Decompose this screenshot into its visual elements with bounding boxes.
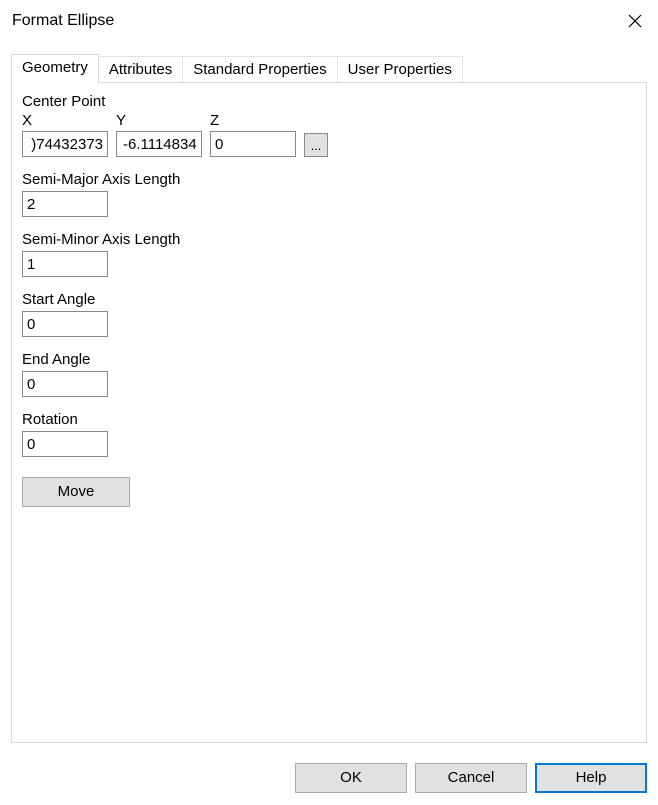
rotation-block: Rotation: [22, 411, 636, 457]
end-angle-input[interactable]: [22, 371, 108, 397]
cancel-button[interactable]: Cancel: [415, 763, 527, 793]
x-column: X: [22, 112, 108, 157]
start-angle-input[interactable]: [22, 311, 108, 337]
tabpanel-geometry: Center Point X Y Z ... Semi-Major Axis L…: [11, 82, 647, 743]
help-button[interactable]: Help: [535, 763, 647, 793]
rotation-label: Rotation: [22, 411, 636, 428]
rotation-input[interactable]: [22, 431, 108, 457]
semi-minor-label: Semi-Minor Axis Length: [22, 231, 636, 248]
end-angle-label: End Angle: [22, 351, 636, 368]
semi-minor-input[interactable]: [22, 251, 108, 277]
tabstrip: Geometry Attributes Standard Properties …: [11, 54, 647, 82]
end-angle-block: End Angle: [22, 351, 636, 397]
semi-minor-block: Semi-Minor Axis Length: [22, 231, 636, 277]
window-title: Format Ellipse: [12, 12, 612, 30]
center-point-label: Center Point: [22, 93, 636, 110]
z-label: Z: [210, 112, 296, 129]
z-input[interactable]: [210, 131, 296, 157]
dialog-footer: OK Cancel Help: [0, 753, 658, 805]
y-column: Y: [116, 112, 202, 157]
tab-user-properties[interactable]: User Properties: [337, 56, 463, 84]
client-area: Geometry Attributes Standard Properties …: [0, 42, 658, 753]
z-column: Z: [210, 112, 296, 157]
start-angle-block: Start Angle: [22, 291, 636, 337]
tab-standard-properties[interactable]: Standard Properties: [182, 56, 337, 84]
tab-geometry[interactable]: Geometry: [11, 54, 99, 83]
semi-major-label: Semi-Major Axis Length: [22, 171, 636, 188]
start-angle-label: Start Angle: [22, 291, 636, 308]
close-icon: [628, 14, 642, 28]
move-button[interactable]: Move: [22, 477, 130, 507]
semi-major-block: Semi-Major Axis Length: [22, 171, 636, 217]
tab-attributes[interactable]: Attributes: [98, 56, 183, 84]
y-input[interactable]: [116, 131, 202, 157]
x-label: X: [22, 112, 108, 129]
point-picker-button[interactable]: ...: [304, 133, 328, 157]
y-label: Y: [116, 112, 202, 129]
center-point-row: X Y Z ...: [22, 112, 636, 157]
dialog-window: Format Ellipse Geometry Attributes Stand…: [0, 0, 658, 805]
semi-major-input[interactable]: [22, 191, 108, 217]
ok-button[interactable]: OK: [295, 763, 407, 793]
x-input[interactable]: [22, 131, 108, 157]
titlebar: Format Ellipse: [0, 0, 658, 42]
close-button[interactable]: [612, 0, 658, 42]
